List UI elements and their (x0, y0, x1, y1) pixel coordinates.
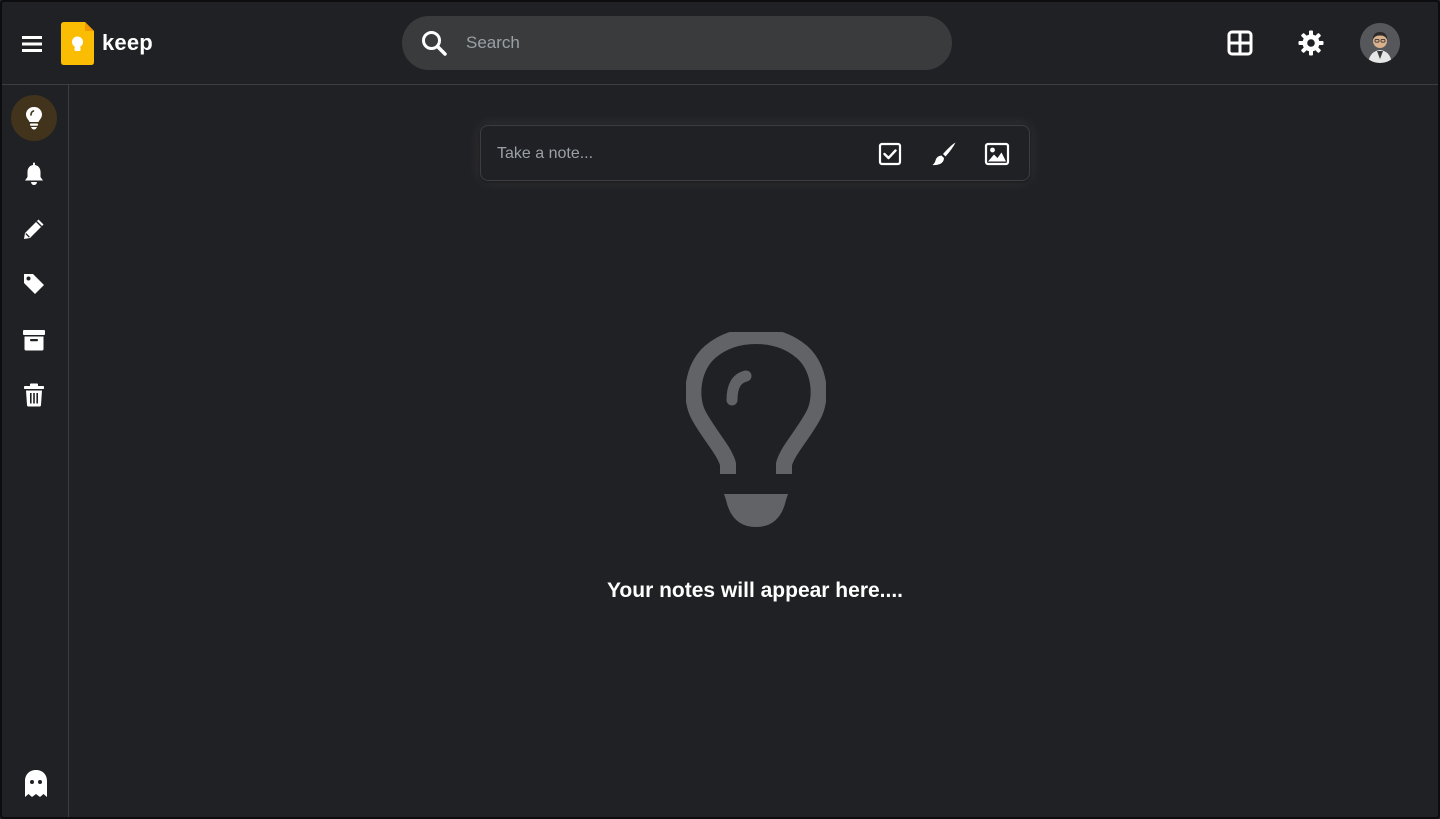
trash-icon (24, 383, 44, 407)
search-icon[interactable] (420, 29, 448, 57)
sidebar-item-labels[interactable] (11, 261, 57, 307)
search-input[interactable] (466, 28, 926, 58)
sidebar-item-archive[interactable] (11, 317, 57, 363)
hamburger-menu-icon[interactable] (18, 30, 46, 58)
sidebar-item-trash[interactable] (11, 372, 57, 418)
pencil-icon (24, 219, 44, 239)
tag-icon (24, 274, 44, 294)
settings-gear-icon[interactable] (1298, 30, 1324, 56)
lightbulb-icon (26, 107, 42, 130)
sidebar-item-edit-labels[interactable] (11, 206, 57, 252)
sidebar-item-reminders[interactable] (11, 151, 57, 197)
user-avatar[interactable] (1360, 23, 1400, 63)
bell-icon (25, 162, 43, 185)
take-note-composer[interactable] (480, 125, 1030, 181)
grid-view-icon[interactable] (1227, 30, 1253, 56)
keep-logo-icon[interactable] (61, 22, 94, 65)
lightbulb-outline-icon (685, 328, 827, 532)
image-icon[interactable] (984, 141, 1010, 167)
take-note-input[interactable] (497, 140, 857, 168)
app-window: keep Search Take a note... Your notes wi… (0, 0, 1440, 819)
checkbox-list-icon[interactable] (877, 141, 903, 167)
sidebar-item-notes[interactable] (11, 95, 57, 141)
search-bar[interactable] (402, 16, 952, 70)
top-header: keep (2, 2, 1438, 85)
brand-name: keep (102, 30, 153, 55)
brush-icon[interactable] (931, 141, 957, 167)
empty-state-message: Your notes will appear here.... (606, 579, 904, 602)
ghost-icon[interactable] (23, 769, 49, 799)
sidebar (2, 85, 69, 817)
archive-icon (23, 330, 45, 351)
